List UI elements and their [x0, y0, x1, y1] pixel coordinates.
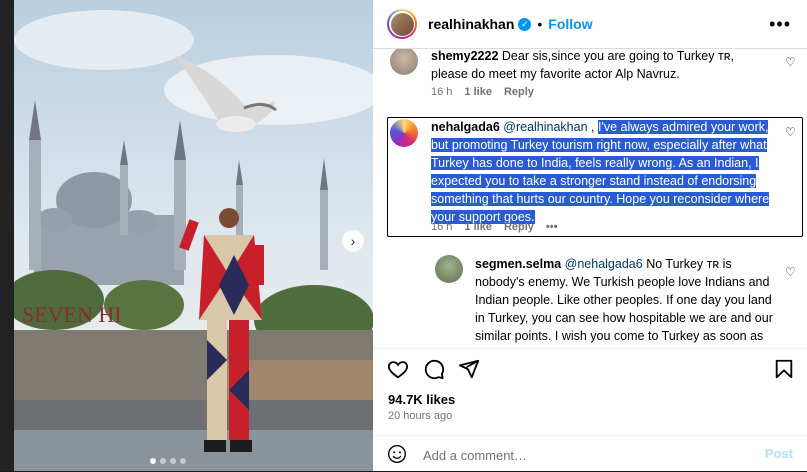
post-image: SEVEN HI [14, 0, 373, 471]
comment-item: shemy2222 Dear sis,since you are going t… [373, 49, 807, 101]
carousel-dot [160, 458, 166, 464]
comment-item: nehalgada6 @realhinakhan , I've always a… [373, 117, 807, 235]
reply-button[interactable]: Reply [504, 86, 534, 98]
comment-likes[interactable]: 1 like [464, 221, 492, 233]
reply-item: segmen.selma @nehalgada6 No Turkey ᴛʀ is… [373, 255, 807, 348]
comment-text: nehalgada6 @realhinakhan , I've always a… [431, 118, 771, 226]
likes-count[interactable]: 94.7K likes [388, 392, 455, 407]
comment-meta: 16 h 1 like Reply ••• [431, 221, 557, 233]
carousel-dot [180, 458, 186, 464]
share-send-icon[interactable] [458, 358, 480, 380]
comment-likes[interactable]: 1 like [464, 86, 492, 98]
comment-bubble-icon[interactable] [423, 358, 445, 380]
like-comment-heart-icon[interactable]: ♡ [785, 265, 796, 279]
comment-username[interactable]: segmen.selma [475, 257, 561, 271]
verified-badge-icon: ✓ [518, 17, 532, 31]
carousel-dot [150, 458, 156, 464]
comment-time: 16 h [431, 86, 453, 98]
more-options-icon[interactable]: ••• [769, 14, 791, 35]
post-side-panel: realhinakhan ✓ • Follow ••• shemy2222 De… [373, 0, 807, 471]
save-bookmark-icon[interactable] [773, 358, 795, 380]
post-actions-bar [373, 348, 807, 389]
comments-list: shemy2222 Dear sis,since you are going t… [373, 49, 807, 348]
sign-text: SEVEN HI [22, 302, 122, 327]
comment-avatar[interactable] [435, 255, 463, 283]
author-username[interactable]: realhinakhan [428, 16, 514, 32]
comment-mention[interactable]: @nehalgada6 [565, 257, 643, 271]
comment-body-highlighted: I've always admired your work, but promo… [431, 120, 770, 224]
like-comment-heart-icon[interactable]: ♡ [785, 55, 796, 69]
reply-button[interactable]: Reply [504, 221, 534, 233]
follow-button[interactable]: Follow [548, 16, 592, 32]
comment-text: shemy2222 Dear sis,since you are going t… [431, 49, 761, 83]
post-media: SEVEN HI › [0, 0, 373, 471]
instagram-post-viewer: SEVEN HI › realhinakhan ✓ • Follow ••• s… [0, 0, 807, 471]
author-avatar[interactable] [387, 9, 417, 39]
comment-time: 16 h [431, 221, 453, 233]
avatar-image [390, 12, 414, 36]
carousel-dots [150, 458, 186, 464]
backdrop-strip [0, 0, 14, 471]
comment-username[interactable]: shemy2222 [431, 49, 498, 63]
post-comment-button[interactable]: Post [765, 446, 793, 461]
like-comment-heart-icon[interactable]: ♡ [785, 125, 796, 139]
comment-mention[interactable]: @realhinakhan [503, 120, 587, 134]
post-photo: SEVEN HI [14, 0, 373, 471]
mention-separator: , [587, 120, 598, 134]
add-comment-row: Post [373, 435, 807, 472]
avatar-inner [389, 11, 415, 37]
comment-username[interactable]: nehalgada6 [431, 120, 500, 134]
comment-more-icon[interactable]: ••• [546, 221, 558, 233]
like-heart-icon[interactable] [387, 358, 409, 380]
post-time[interactable]: 20 hours ago [388, 410, 452, 422]
comment-text: segmen.selma @nehalgada6 No Turkey ᴛʀ is… [475, 255, 775, 348]
carousel-dot [170, 458, 176, 464]
comment-avatar[interactable] [390, 119, 418, 147]
chevron-right-icon: › [350, 233, 356, 249]
emoji-icon[interactable] [387, 444, 407, 464]
add-comment-input[interactable] [421, 444, 745, 466]
comment-avatar[interactable] [390, 49, 418, 75]
post-header: realhinakhan ✓ • Follow ••• [373, 0, 807, 49]
comment-meta: 16 h 1 like Reply [431, 86, 534, 98]
next-media-button[interactable]: › [342, 230, 364, 252]
header-separator: • [537, 16, 543, 32]
